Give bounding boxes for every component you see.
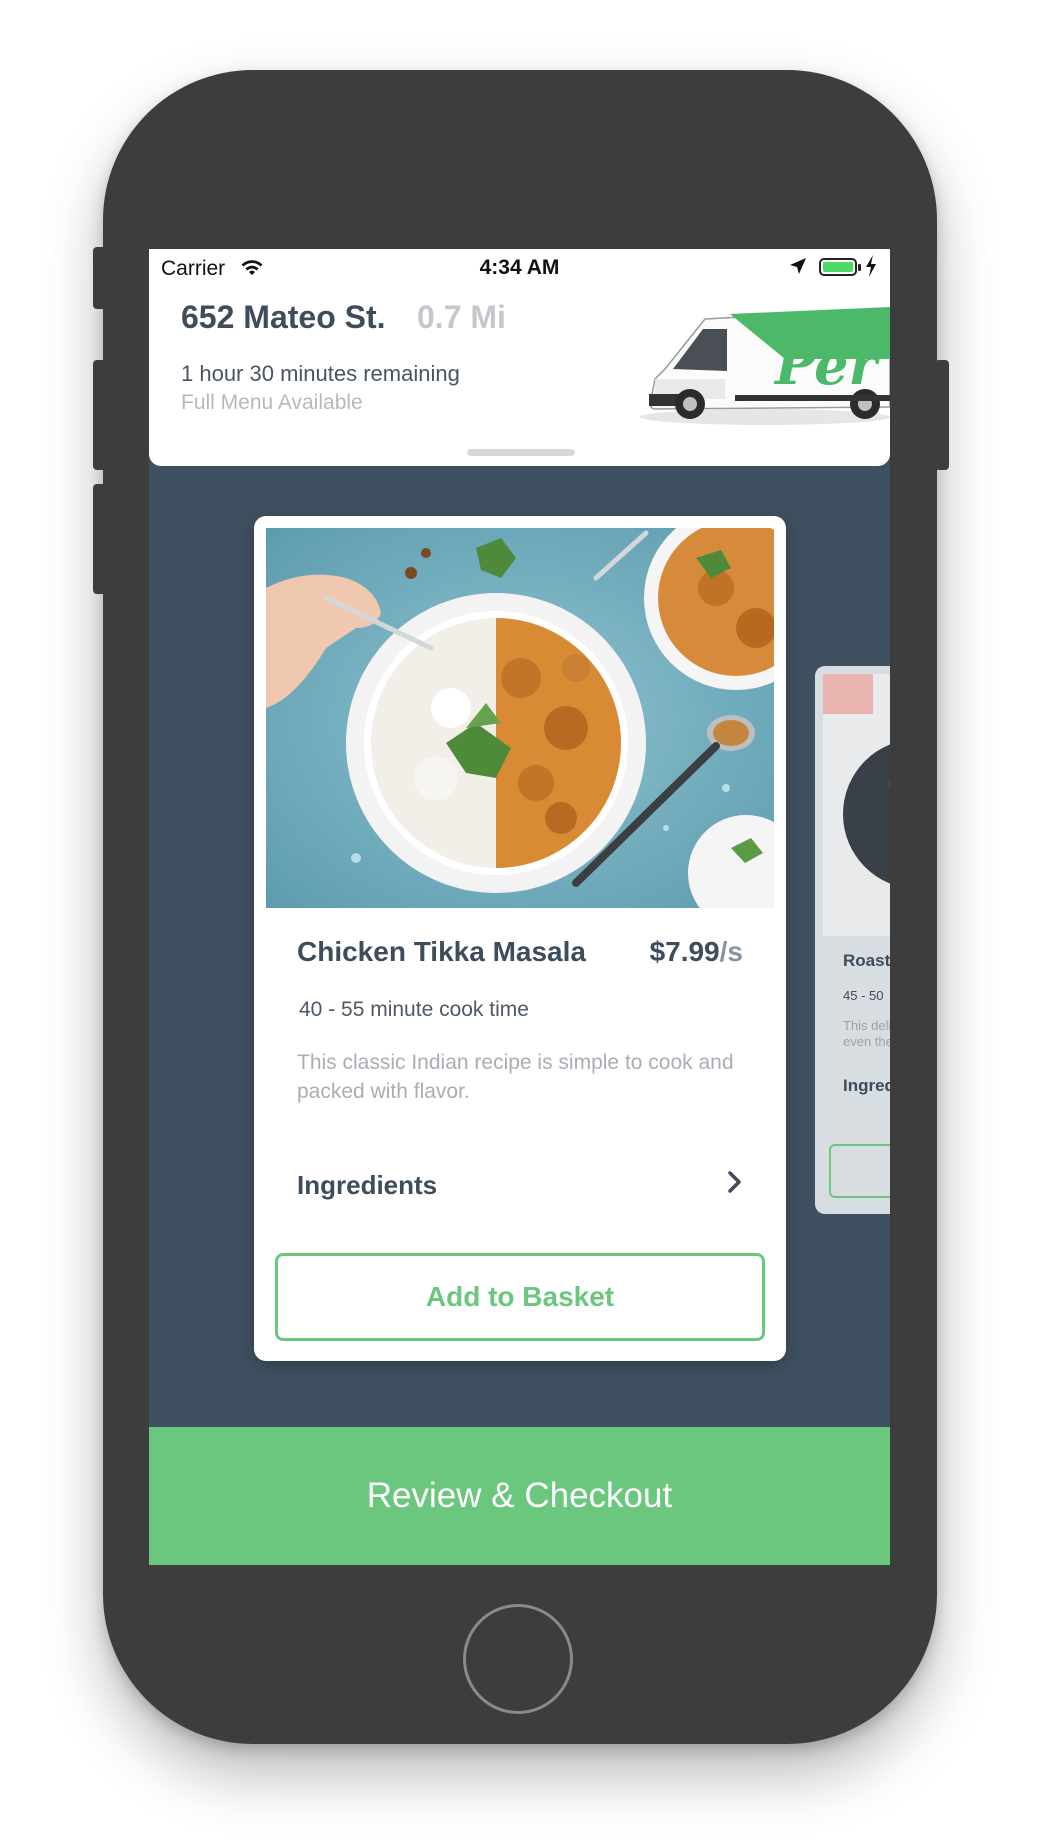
next-recipe-ingredients: Ingred — [843, 1076, 890, 1095]
recipe-photo — [266, 528, 774, 908]
power-button — [935, 360, 949, 470]
next-recipe-description: This deli even the — [843, 1018, 890, 1049]
add-to-basket-button[interactable]: Add to Basket — [275, 1253, 765, 1341]
home-button[interactable] — [463, 1604, 573, 1714]
recipe-price: $7.99/s — [650, 936, 743, 968]
recipe-card[interactable]: Chicken Tikka Masala $7.99/s 40 - 55 min… — [254, 516, 786, 1361]
truck-distance: 0.7 Mi — [417, 299, 506, 335]
price-unit: /s — [719, 936, 743, 967]
volume-up-button — [93, 360, 107, 470]
time-remaining: 1 hour 30 minutes remaining — [181, 361, 460, 386]
menu-status: Full Menu Available — [181, 391, 363, 414]
cook-time: 40 - 55 minute cook time — [299, 998, 529, 1021]
next-recipe-photo — [823, 674, 890, 936]
chevron-right-icon[interactable] — [727, 1169, 743, 1202]
next-recipe-card[interactable]: Roast 45 - 50 This deli even the Ingred — [815, 666, 890, 1214]
drag-handle[interactable] — [467, 449, 575, 456]
recipe-description: This classic Indian recipe is simple to … — [297, 1051, 734, 1103]
next-recipe-title: Roast — [843, 951, 890, 970]
next-recipe-cook-time: 45 - 50 — [843, 988, 884, 1003]
price-value: $7.99 — [649, 936, 720, 967]
clock: 4:34 AM — [479, 256, 560, 279]
location-arrow-icon — [789, 257, 807, 281]
battery-tip — [858, 264, 861, 271]
next-recipe-add-button[interactable] — [829, 1144, 890, 1198]
ingredients-link[interactable]: Ingredients — [297, 1170, 437, 1201]
status-bar: Carrier 4:34 AM — [149, 249, 890, 289]
volume-down-button — [93, 484, 107, 594]
charging-bolt-icon — [865, 255, 877, 283]
truck-address: 652 Mateo St. — [181, 299, 386, 335]
truck-info-card[interactable]: 652 Mateo St. 0.7 Mi 1 hour 30 minutes r… — [149, 289, 890, 466]
delivery-van-image: Per — [635, 299, 890, 429]
van-logo-text: Per — [773, 333, 881, 397]
recipe-title: Chicken Tikka Masala — [297, 936, 586, 967]
mute-switch — [93, 247, 107, 309]
review-checkout-button[interactable]: Review & Checkout — [149, 1427, 890, 1565]
app-screen: Carrier 4:34 AM 652 Mateo St. 0.7 Mi 1 h… — [149, 249, 890, 1565]
battery-icon — [819, 258, 857, 276]
